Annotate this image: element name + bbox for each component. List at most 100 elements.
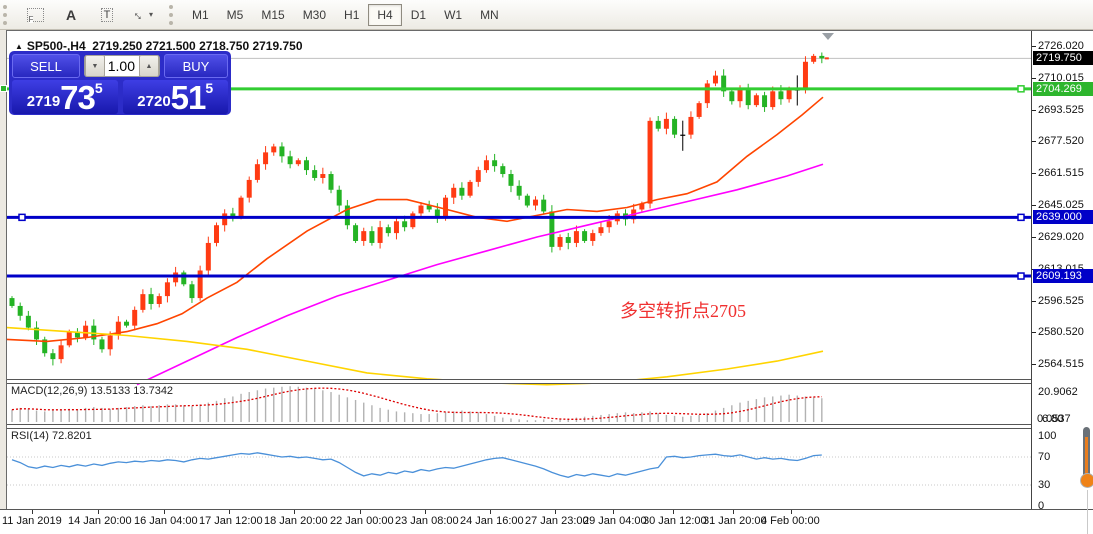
axis-tick-mark bbox=[1032, 301, 1036, 302]
axis-tick-mark bbox=[1032, 78, 1036, 79]
hline-handle[interactable] bbox=[1018, 86, 1024, 92]
time-axis-label: 30 Jan 12:00 bbox=[643, 515, 707, 527]
toolbar-grip bbox=[3, 5, 13, 25]
price-axis-label: 2629.020 bbox=[1038, 230, 1084, 244]
time-axis-label: 29 Jan 04:00 bbox=[583, 515, 647, 527]
price-axis-badge: 2609.193 bbox=[1033, 269, 1093, 283]
time-axis-label: 14 Jan 20:00 bbox=[68, 515, 132, 527]
pane-splitter[interactable] bbox=[7, 379, 1093, 384]
time-axis[interactable]: 11 Jan 2019 14 Jan 20:0016 Jan 04:0017 Ja… bbox=[0, 509, 1093, 534]
text-label-tool-button[interactable]: T bbox=[89, 3, 125, 26]
price-axis-label: 2661.515 bbox=[1038, 166, 1084, 180]
timeframe-button-h4[interactable]: H4 bbox=[368, 4, 401, 26]
time-axis-label: 4 Feb 00:00 bbox=[761, 515, 820, 527]
time-axis-label: 31 Jan 20:00 bbox=[703, 515, 767, 527]
time-tick-mark bbox=[294, 510, 295, 514]
chart-shift-marker-icon[interactable] bbox=[822, 33, 834, 40]
time-tick-mark bbox=[98, 510, 99, 514]
rsi-pane[interactable] bbox=[7, 427, 1031, 510]
volume-control: ▼ 1.00 ▲ bbox=[84, 55, 160, 77]
hline-handle[interactable] bbox=[1018, 214, 1024, 220]
font-a-icon: A bbox=[66, 7, 76, 23]
timeframe-button-mn[interactable]: MN bbox=[471, 4, 508, 26]
time-tick-mark bbox=[555, 510, 556, 514]
axis-tick-mark bbox=[1032, 205, 1036, 206]
scrollbar-line bbox=[1087, 490, 1088, 534]
timeframe-button-group: M1M5M15M30H1H4D1W1MN bbox=[183, 4, 508, 26]
diagonal-arrows-icon: ↔ bbox=[130, 5, 150, 25]
time-axis-label: 16 Jan 04:00 bbox=[134, 515, 198, 527]
timeframe-button-m15[interactable]: M15 bbox=[252, 4, 293, 26]
hline-handle[interactable] bbox=[1018, 273, 1024, 279]
timeframe-button-m30[interactable]: M30 bbox=[294, 4, 335, 26]
indicator-scale-label: 20.9062 bbox=[1038, 385, 1078, 399]
trading-app-window: F A T ↔ ▾ M1M5M15M30H1H4D1W1MN ▲SP500-,H… bbox=[0, 0, 1093, 534]
axis-tick-mark bbox=[1032, 141, 1036, 142]
time-axis-label: 24 Jan 16:00 bbox=[460, 515, 524, 527]
font-tool-button[interactable]: A bbox=[53, 3, 89, 26]
time-tick-mark bbox=[490, 510, 491, 514]
toolbar-grip bbox=[169, 5, 179, 25]
time-axis-label: 22 Jan 00:00 bbox=[330, 515, 394, 527]
hline-handle[interactable] bbox=[0, 85, 7, 92]
axis-tick-mark bbox=[1032, 173, 1036, 174]
price-axis-label: 2693.525 bbox=[1038, 103, 1084, 117]
volume-decrease-button[interactable]: ▼ bbox=[85, 55, 105, 77]
price-axis-label: 2564.515 bbox=[1038, 357, 1084, 371]
sell-button[interactable]: SELL bbox=[12, 54, 80, 78]
ma-slow-yellow bbox=[7, 328, 823, 385]
chart-text-annotation[interactable]: 多空转折点2705 bbox=[620, 297, 746, 323]
thermometer-icon bbox=[1079, 427, 1093, 491]
price-axis-badge: 2719.750 bbox=[1033, 51, 1093, 65]
timeframe-button-m5[interactable]: M5 bbox=[218, 4, 253, 26]
time-axis-label: 17 Jan 12:00 bbox=[199, 515, 263, 527]
hline-handle[interactable] bbox=[19, 214, 25, 220]
timeframe-button-m1[interactable]: M1 bbox=[183, 4, 218, 26]
timeframe-button-w1[interactable]: W1 bbox=[435, 4, 471, 26]
pane-splitter[interactable] bbox=[7, 424, 1093, 429]
rsi-indicator-label: RSI(14) 72.8201 bbox=[11, 430, 92, 442]
volume-input[interactable]: 1.00 bbox=[105, 58, 139, 74]
collapse-triangle-icon[interactable]: ▲ bbox=[15, 42, 23, 51]
axis-tick-mark bbox=[1032, 332, 1036, 333]
time-tick-mark bbox=[32, 510, 33, 514]
time-tick-mark bbox=[613, 510, 614, 514]
axis-tick-mark bbox=[1032, 364, 1036, 365]
rsi-line bbox=[12, 453, 822, 478]
indicator-scale-label: 100 bbox=[1038, 429, 1056, 443]
timeframe-button-h1[interactable]: H1 bbox=[335, 4, 368, 26]
time-tick-mark bbox=[425, 510, 426, 514]
time-axis-label: 27 Jan 23:00 bbox=[525, 515, 589, 527]
cursor-mode-button[interactable]: ↔ ▾ bbox=[125, 3, 161, 26]
time-tick-mark bbox=[673, 510, 674, 514]
price-axis-label: 2580.520 bbox=[1038, 325, 1084, 339]
time-axis-label: 18 Jan 20:00 bbox=[264, 515, 328, 527]
indicator-scale-label: 70 bbox=[1038, 450, 1050, 464]
sell-price-display[interactable]: 2719735 bbox=[12, 80, 118, 114]
price-axis-badge: 2639.000 bbox=[1033, 210, 1093, 224]
axis-tick-mark bbox=[1032, 110, 1036, 111]
indicator-scale-label: 0.0537 bbox=[1037, 412, 1071, 426]
time-axis-label: 11 Jan 2019 bbox=[2, 515, 62, 527]
axis-tick-mark bbox=[1032, 46, 1036, 47]
time-tick-mark bbox=[229, 510, 230, 514]
ma-mid-magenta bbox=[137, 164, 823, 385]
price-axis-badge: 2704.269 bbox=[1033, 82, 1093, 96]
time-tick-mark bbox=[791, 510, 792, 514]
indicator-scale-label: 30 bbox=[1038, 478, 1050, 492]
chart-window: ▲SP500-,H4 2719.250 2721.500 2718.750 27… bbox=[6, 30, 1093, 510]
chart-properties-button[interactable]: F bbox=[17, 3, 53, 26]
macd-indicator-label: MACD(12,26,9) 13.5133 13.7342 bbox=[11, 385, 173, 397]
time-axis-label: 23 Jan 08:00 bbox=[395, 515, 459, 527]
timeframe-button-d1[interactable]: D1 bbox=[402, 4, 435, 26]
buy-price-display[interactable]: 2720515 bbox=[123, 80, 229, 114]
buy-button[interactable]: BUY bbox=[164, 54, 228, 78]
dropdown-caret-icon: ▾ bbox=[149, 10, 153, 19]
time-tick-mark bbox=[733, 510, 734, 514]
axis-tick-mark bbox=[1032, 237, 1036, 238]
toolbar: F A T ↔ ▾ M1M5M15M30H1H4D1W1MN bbox=[0, 0, 1093, 30]
price-axis-label: 2677.520 bbox=[1038, 134, 1084, 148]
price-axis-label: 2596.525 bbox=[1038, 294, 1084, 308]
volume-increase-button[interactable]: ▲ bbox=[139, 55, 159, 77]
time-tick-mark bbox=[164, 510, 165, 514]
